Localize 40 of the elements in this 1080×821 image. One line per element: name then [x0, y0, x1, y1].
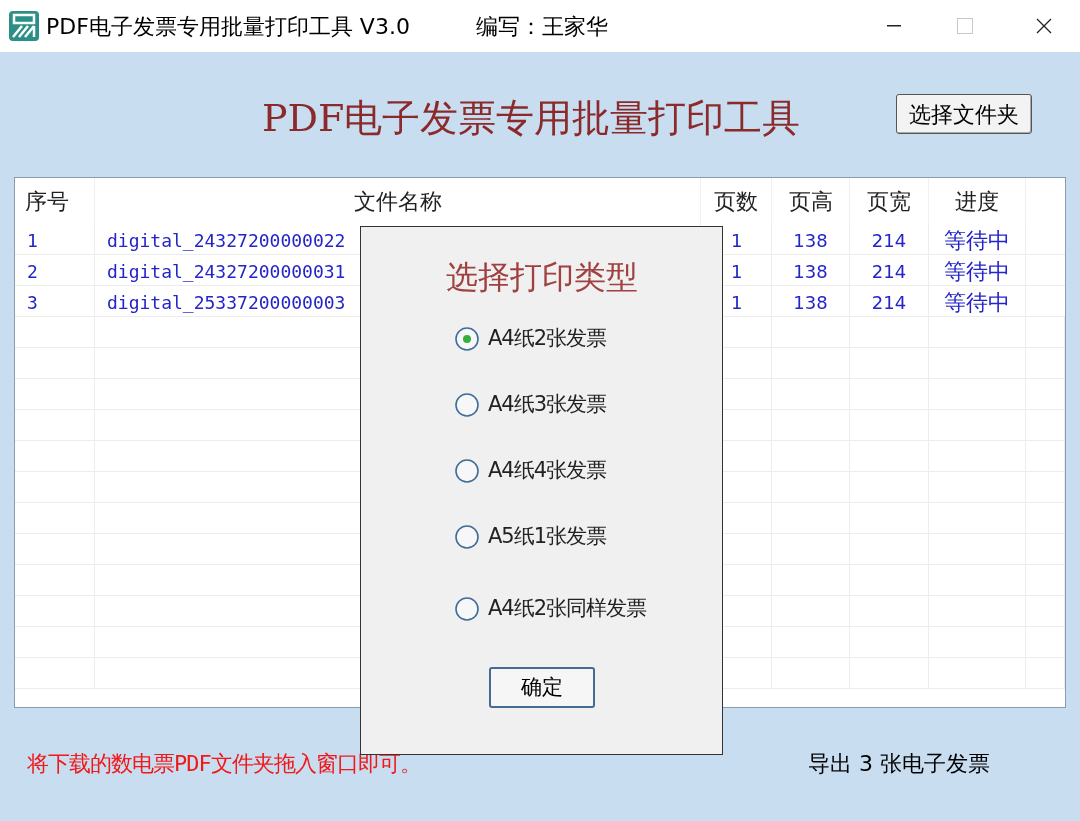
column-header: 进度 — [955, 187, 999, 216]
table-cell-text: digital_24327200000031 — [107, 260, 346, 284]
dialog-title: 选择打印类型 — [445, 257, 638, 298]
table-cell-text: 2 — [27, 260, 38, 284]
table-cell-text: 3 — [27, 291, 38, 315]
table-cell-text: 等待中 — [944, 289, 1010, 317]
table-cell-text: 138 — [793, 260, 828, 284]
close-icon — [1036, 18, 1052, 34]
radio-option[interactable]: A4纸4张发票 — [454, 451, 647, 491]
maximize-icon — [957, 18, 973, 34]
column-header: 页宽 — [867, 187, 911, 216]
table-cell-text: digital_24327200000022 — [107, 229, 346, 253]
table-cell-text: 214 — [871, 229, 907, 253]
app-logo-icon — [8, 10, 40, 42]
column-header: 序号 — [25, 187, 69, 216]
table-cell-text: 1 — [731, 291, 743, 315]
table-cell-text: 1 — [731, 229, 743, 253]
author-label: 编写：王家华 — [475, 12, 608, 41]
app-heading: PDF电子发票专用批量打印工具 — [262, 95, 801, 142]
table-cell-text: 等待中 — [944, 258, 1010, 286]
column-header: 页高 — [788, 187, 833, 216]
radio-option[interactable]: A5纸1张发票 — [454, 517, 647, 557]
window-title: PDF电子发票专用批量打印工具 V3.0 — [46, 12, 410, 41]
column-header: 文件名称 — [353, 187, 442, 216]
ok-button[interactable]: 确定 — [488, 667, 595, 708]
table-cell-text: 1 — [731, 260, 743, 284]
table-cell-text: 1 — [27, 229, 38, 253]
table-cell-text: 214 — [871, 260, 907, 284]
table-cell-text: 138 — [793, 229, 828, 253]
table-cell-text: 138 — [793, 291, 828, 315]
table-cell-text: 214 — [871, 291, 907, 315]
radio-option[interactable]: A4纸2张同样发票 — [454, 589, 647, 629]
export-count: 导出 3 张电子发票 — [808, 749, 990, 778]
table-cell-text: 等待中 — [944, 227, 1010, 255]
choose-folder-button[interactable]: 选择文件夹 — [896, 94, 1032, 134]
table-cell-text: digital_25337200000003 — [107, 291, 346, 315]
radio-option[interactable]: A4纸3张发票 — [454, 385, 647, 425]
minimize-icon — [887, 25, 901, 27]
column-header: 页数 — [714, 187, 758, 216]
radio-option[interactable]: A4纸2张发票 — [454, 319, 647, 359]
